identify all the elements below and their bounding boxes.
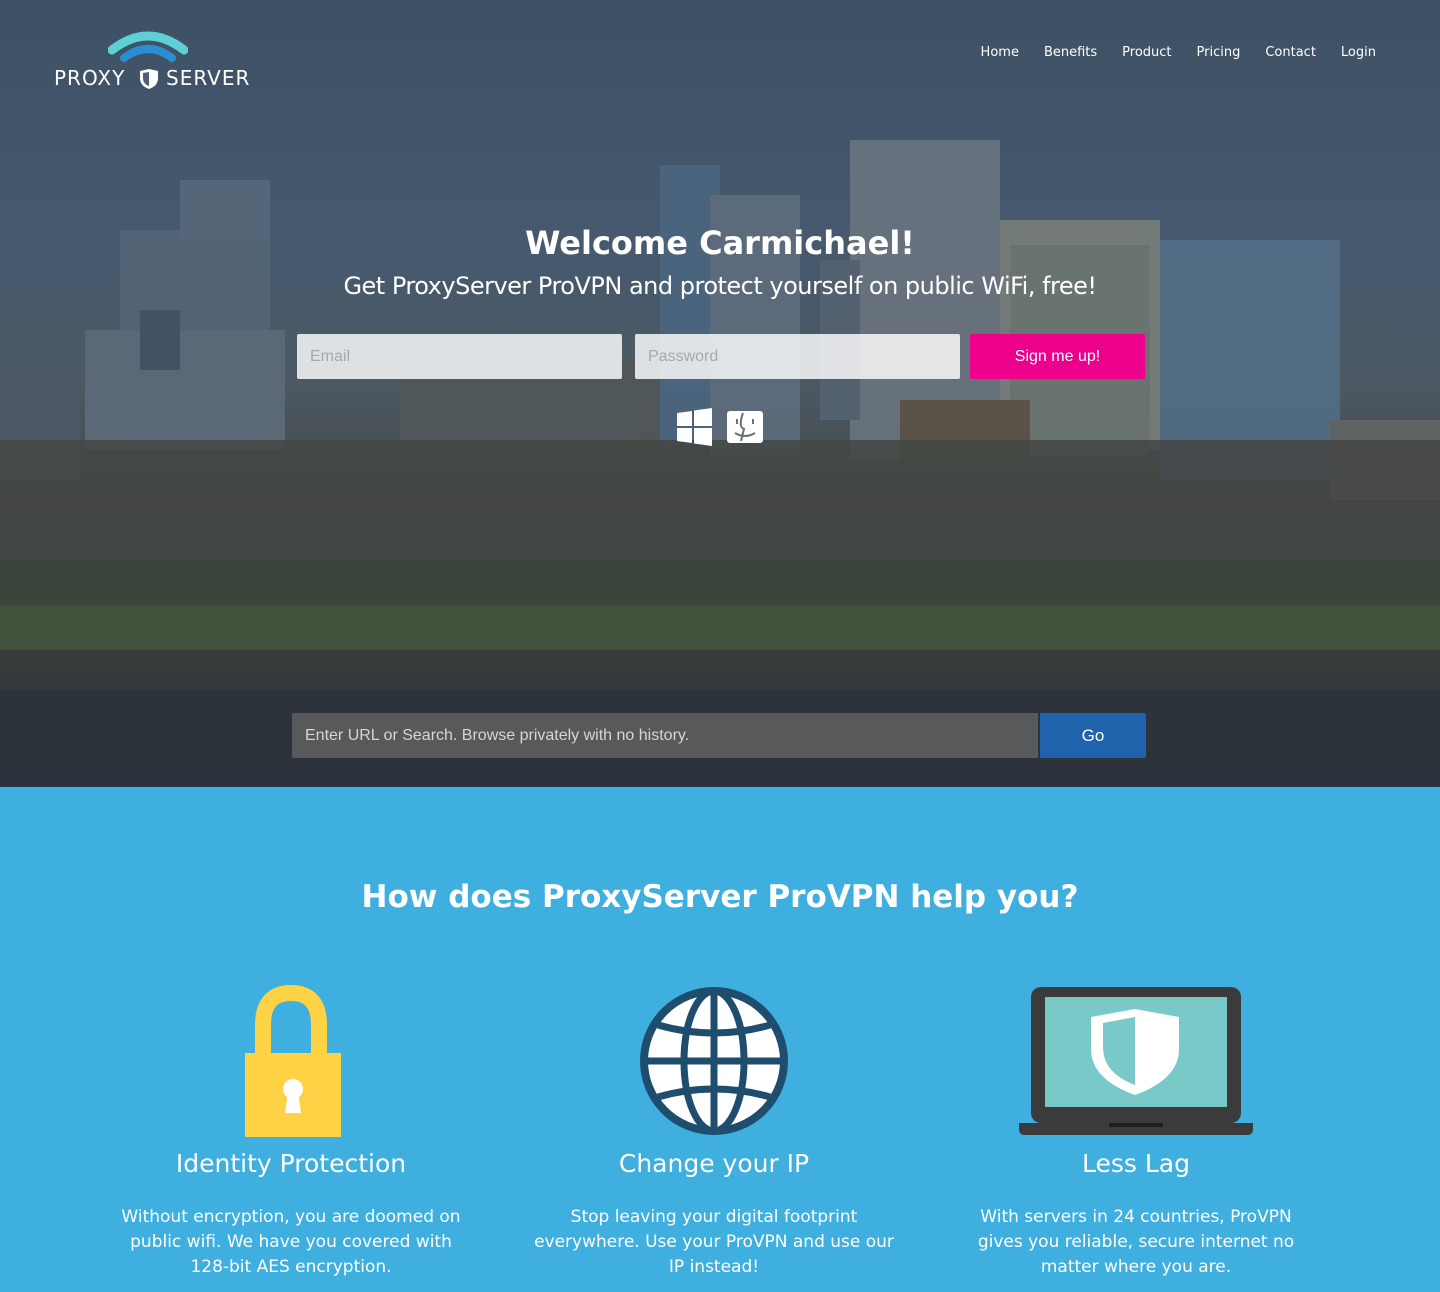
feature-title: Less Lag xyxy=(1082,1149,1190,1178)
logo-word-server: SERVER xyxy=(166,66,251,90)
logo-word-proxy: PROXY xyxy=(54,66,126,90)
feature-title: Identity Protection xyxy=(175,1149,407,1178)
main-nav: Home Benefits Product Pricing Contact Lo… xyxy=(956,45,1376,60)
feature-title: Change your IP xyxy=(618,1149,810,1178)
brand-logo[interactable]: PROXY SERVER xyxy=(54,28,254,92)
nav-home[interactable]: Home xyxy=(981,45,1019,60)
globe-icon xyxy=(640,987,788,1135)
feature-change-ip: Change your IP Stop leaving your digital… xyxy=(524,985,904,1277)
password-input[interactable] xyxy=(635,334,960,379)
hero-overlay xyxy=(0,0,1440,787)
feature-description: With servers in 24 countries, ProVPN giv… xyxy=(977,1207,1295,1277)
mac-finder-icon[interactable] xyxy=(727,411,763,443)
go-button[interactable]: Go xyxy=(1040,713,1146,758)
feature-description: Without encryption, you are doomed on pu… xyxy=(121,1207,461,1277)
feature-description: Stop leaving your digital footprint ever… xyxy=(534,1207,894,1277)
email-input[interactable] xyxy=(297,334,622,379)
hero-tagline: Get ProxyServer ProVPN and protect yours… xyxy=(343,272,1097,300)
url-search-input[interactable] xyxy=(292,713,1038,758)
signup-button[interactable]: Sign me up! xyxy=(970,334,1145,379)
hero-section: PROXY SERVER Home Benefits Product Prici… xyxy=(0,0,1440,787)
platform-icons xyxy=(677,408,767,448)
wifi-waves-icon xyxy=(108,31,188,62)
nav-pricing[interactable]: Pricing xyxy=(1197,45,1241,60)
nav-contact[interactable]: Contact xyxy=(1265,45,1316,60)
nav-product[interactable]: Product xyxy=(1122,45,1171,60)
shield-icon xyxy=(140,69,158,89)
laptop-shield-icon xyxy=(1019,987,1253,1135)
features-heading: How does ProxyServer ProVPN help you? xyxy=(361,879,1079,915)
padlock-icon xyxy=(245,985,341,1137)
features-section: How does ProxyServer ProVPN help you? Id… xyxy=(0,787,1440,1292)
feature-identity-protection: Identity Protection Without encryption, … xyxy=(101,985,481,1277)
nav-login[interactable]: Login xyxy=(1341,45,1376,60)
welcome-heading: Welcome Carmichael! xyxy=(525,224,915,262)
feature-less-lag: Less Lag With servers in 24 countries, P… xyxy=(946,985,1326,1277)
nav-benefits[interactable]: Benefits xyxy=(1044,45,1097,60)
windows-icon[interactable] xyxy=(677,408,713,446)
